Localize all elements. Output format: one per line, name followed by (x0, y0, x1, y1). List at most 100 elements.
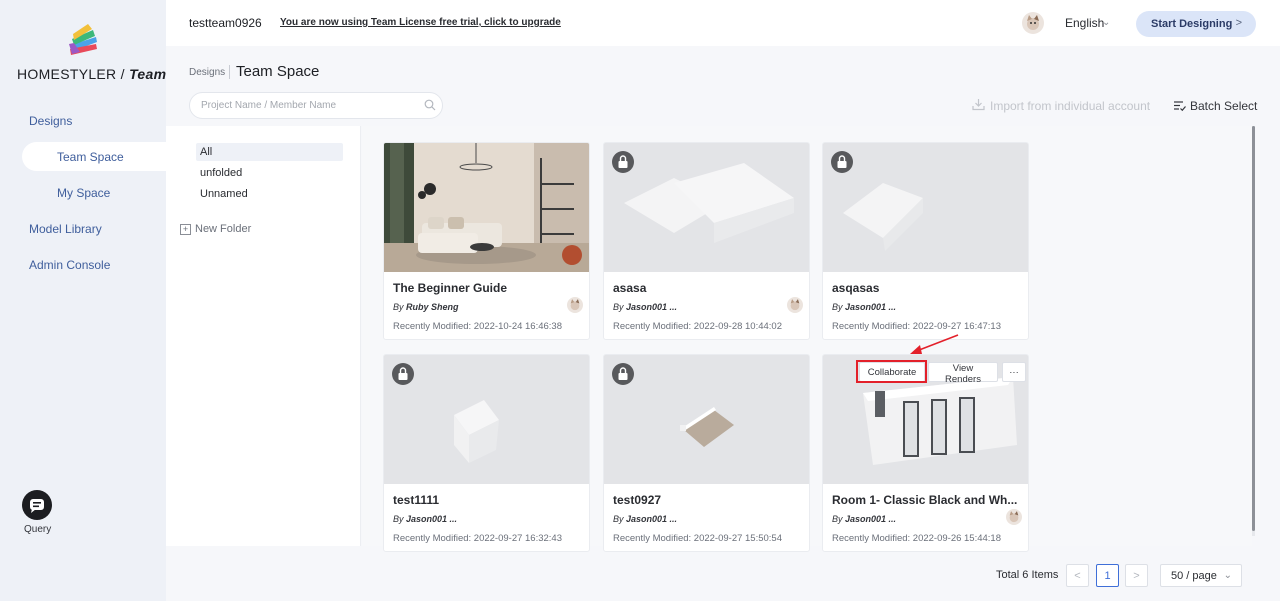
design-thumbnail[interactable] (604, 355, 809, 484)
team-name: testteam0926 (189, 16, 262, 30)
design-author: By Ruby Sheng (393, 302, 459, 312)
design-modified-time: Recently Modified: 2022-09-27 16:47:13 (832, 321, 1002, 332)
start-designing-label: Start Designing (1151, 18, 1233, 30)
batch-select-icon (1174, 101, 1186, 112)
breadcrumb-divider (229, 65, 230, 79)
folder-unfolded[interactable]: unfolded (200, 167, 242, 179)
design-modified-time: Recently Modified: 2022-09-28 10:44:02 (613, 321, 783, 332)
design-author: By Jason001 ... (832, 302, 896, 312)
design-card[interactable]: Room 1- Classic Black and Wh... By Jason… (822, 354, 1029, 552)
collaborate-highlight-box (856, 360, 927, 383)
sidebar-item-designs[interactable]: Designs (29, 114, 72, 128)
design-thumbnail[interactable] (384, 143, 589, 272)
author-name: Jason001 ... (406, 514, 458, 524)
annotation-arrow-icon (910, 334, 959, 354)
folder-all[interactable]: All (200, 146, 212, 158)
page-1-button[interactable]: 1 (1096, 564, 1119, 587)
sidebar-item-model-library[interactable]: Model Library (29, 222, 102, 236)
user-avatar[interactable] (1022, 12, 1044, 34)
design-title[interactable]: asasa (613, 281, 646, 295)
sidebar-item-admin-console[interactable]: Admin Console (29, 258, 110, 272)
design-title[interactable]: asqasas (832, 281, 879, 295)
view-renders-button[interactable]: View Renders (928, 362, 998, 385)
next-page-button[interactable]: > (1125, 564, 1148, 587)
batch-select-label: Batch Select (1190, 99, 1258, 113)
design-author: By Jason001 ... (613, 302, 677, 312)
lock-icon (831, 151, 853, 173)
more-options-button[interactable]: ··· (1002, 362, 1026, 382)
design-title[interactable]: test1111 (393, 493, 439, 507)
chevron-down-icon: ⌄ (1102, 17, 1111, 28)
sidebar-item-my-space[interactable]: My Space (57, 186, 110, 200)
lock-icon (392, 363, 414, 385)
by-label: By (832, 302, 843, 312)
design-thumbnail[interactable] (384, 355, 589, 484)
design-modified-time: Recently Modified: 2022-09-27 16:32:43 (393, 533, 563, 544)
folder-active-indicator (196, 143, 343, 161)
cat-avatar-icon (790, 299, 800, 311)
design-title[interactable]: The Beginner Guide (393, 281, 507, 295)
by-label: By (613, 302, 624, 312)
author-avatar (1006, 509, 1022, 525)
language-selector[interactable]: English (1065, 16, 1104, 30)
chevron-down-icon: ⌄ (1223, 570, 1232, 581)
query-label: Query (24, 524, 52, 535)
new-folder-label: New Folder (195, 223, 252, 235)
by-label: By (613, 514, 624, 524)
living-room-render (384, 143, 589, 272)
design-modified-time: Recently Modified: 2022-10-24 16:46:38 (393, 321, 563, 332)
scrollbar-thumb[interactable] (1252, 126, 1255, 531)
brand-logo-text: HOMESTYLER / Team (17, 66, 166, 82)
design-author: By Jason001 ... (832, 514, 896, 524)
design-thumbnail[interactable] (823, 143, 1028, 272)
upgrade-link[interactable]: You are now using Team License free tria… (280, 17, 561, 28)
author-name: Jason001 ... (626, 302, 678, 312)
design-card[interactable]: asqasas By Jason001 ... Recently Modifie… (822, 142, 1029, 340)
design-title[interactable]: test0927 (613, 493, 661, 507)
lock-icon (612, 151, 634, 173)
total-items: Total 6 Items (996, 569, 1059, 581)
folder-panel: All unfolded Unnamed + New Folder (166, 126, 361, 546)
author-name: Jason001 ... (626, 514, 678, 524)
brand-separator: / (120, 66, 125, 82)
design-card[interactable]: test1111 By Jason001 ... Recently Modifi… (383, 354, 590, 552)
design-card[interactable]: The Beginner Guide By Ruby Sheng Recentl… (383, 142, 590, 340)
brand-name: HOMESTYLER (17, 66, 117, 82)
start-designing-button[interactable]: Start Designing > (1136, 11, 1256, 37)
design-card[interactable]: asasa By Jason001 ... Recently Modified:… (603, 142, 810, 340)
by-label: By (832, 514, 843, 524)
cat-avatar-icon (570, 299, 580, 311)
author-name: Ruby Sheng (406, 302, 459, 312)
author-avatar (567, 297, 583, 313)
chevron-right-icon: > (1235, 17, 1242, 29)
new-folder-button[interactable]: + New Folder (180, 223, 251, 235)
brand-suffix: Team (129, 66, 167, 82)
homestyler-logo-icon (69, 24, 97, 55)
cat-avatar-icon (1027, 15, 1039, 30)
design-modified-time: Recently Modified: 2022-09-26 15:44:18 (832, 533, 1002, 544)
cat-avatar-icon (1009, 511, 1019, 523)
design-card[interactable]: test0927 By Jason001 ... Recently Modifi… (603, 354, 810, 552)
design-author: By Jason001 ... (613, 514, 677, 524)
by-label: By (393, 302, 404, 312)
author-name: Jason001 ... (845, 302, 897, 312)
page-size-select[interactable]: 50 / page ⌄ (1160, 564, 1242, 587)
floorplan-render (604, 143, 809, 272)
page-title: Team Space (236, 63, 320, 80)
breadcrumb-designs[interactable]: Designs (189, 67, 225, 78)
sidebar-item-team-space[interactable]: Team Space (57, 150, 124, 164)
import-icon (972, 99, 985, 111)
by-label: By (393, 514, 404, 524)
design-author: By Jason001 ... (393, 514, 457, 524)
query-button[interactable] (22, 490, 52, 520)
folder-unnamed[interactable]: Unnamed (200, 188, 248, 200)
design-title[interactable]: Room 1- Classic Black and Wh... (832, 493, 1017, 507)
search-icon[interactable] (424, 99, 436, 111)
design-modified-time: Recently Modified: 2022-09-27 15:50:54 (613, 533, 783, 544)
floorplan-render (823, 143, 1028, 272)
top-bar: testteam0926 You are now using Team Lice… (166, 0, 1280, 46)
page-size-label: 50 / page (1171, 570, 1217, 582)
prev-page-button[interactable]: < (1066, 564, 1089, 587)
design-thumbnail[interactable] (604, 143, 809, 272)
search-input[interactable] (189, 92, 443, 119)
